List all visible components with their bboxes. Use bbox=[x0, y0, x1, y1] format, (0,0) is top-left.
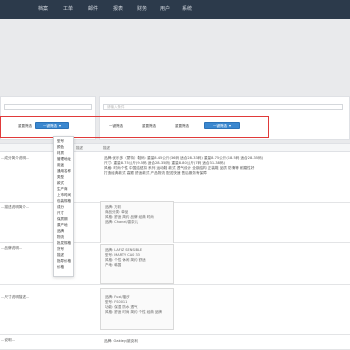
table-header-left: 描述 bbox=[76, 146, 83, 150]
row-right-text: 品牌:优乐多（蒙特）鞋码: 重量8.45公斤(36码 适合28-33码) 重量8… bbox=[104, 156, 264, 175]
one-click-filter-button-2[interactable]: 一键筛选 bbox=[204, 122, 240, 129]
nav-item-6[interactable]: 系统 bbox=[182, 0, 192, 19]
reset-button-1[interactable]: 重置筛选 bbox=[136, 123, 162, 130]
filter-button-1[interactable]: 一键筛选 bbox=[102, 123, 130, 130]
dropdown-item[interactable]: 上市时间 bbox=[57, 193, 71, 198]
dropdown-item[interactable]: 描述 bbox=[57, 253, 64, 258]
filter-dropdown-menu: 型号 颜色 材质 管理地址 用途 通用名称 类型 款式 生产商 上市时间 包装规… bbox=[53, 136, 74, 277]
caret-down-icon bbox=[59, 125, 61, 127]
one-click-filter-label: 一键筛选 bbox=[43, 124, 57, 128]
dropdown-item[interactable]: 款式 bbox=[57, 181, 64, 186]
dropdown-item[interactable]: 颜色 bbox=[57, 145, 64, 150]
nav-item-2[interactable]: 邮件 bbox=[88, 0, 98, 19]
card-line: 风格: 舒适 时尚 简约 个性 经典 品牌 bbox=[105, 310, 162, 314]
card-line: 产地: 韩国 bbox=[105, 263, 122, 267]
nav-item-4[interactable]: 财务 bbox=[137, 0, 147, 19]
table-row[interactable]: ...尺寸说明描述... 品牌: Fuxi/福汐 型号: FS0011 功能: … bbox=[0, 285, 350, 335]
dropdown-item[interactable]: 管理地址 bbox=[57, 157, 71, 162]
nav-item-0[interactable]: 档案 bbox=[38, 0, 48, 19]
nav-item-5[interactable]: 用户 bbox=[160, 0, 170, 19]
dropdown-item[interactable]: 批发规格 bbox=[57, 241, 71, 246]
table-header-right: 描述 bbox=[103, 146, 110, 150]
top-nav-bar: 档案 工单 邮件 报表 财务 用户 系统 bbox=[0, 0, 350, 19]
dropdown-item[interactable]: 价格 bbox=[57, 265, 64, 270]
dropdown-item[interactable]: 型号 bbox=[57, 139, 64, 144]
dropdown-item[interactable]: 货号 bbox=[57, 247, 64, 252]
product-card: 品牌: 万彩 商品分类: 单品 风格: 舒适 简约 品牌 经典 时尚 品牌: C… bbox=[100, 201, 174, 246]
row-right-text: 品牌: Oakley/欧克利 bbox=[104, 339, 138, 343]
nav-item-3[interactable]: 报表 bbox=[113, 0, 123, 19]
caret-down-icon bbox=[229, 125, 231, 127]
product-card: 品牌: Fuxi/福汐 型号: FS0011 功能: 保湿 防水 透气 风格: … bbox=[100, 288, 174, 330]
one-click-filter-label-2: 一键筛选 bbox=[213, 124, 227, 128]
reset-filter-button[interactable]: 重置筛选 bbox=[14, 123, 36, 130]
one-click-filter-button[interactable]: 一键筛选 bbox=[35, 122, 69, 129]
dropdown-item[interactable]: 指导价格 bbox=[57, 259, 71, 264]
row-left-text: ...说明... bbox=[1, 338, 16, 342]
dropdown-item[interactable]: 生产商 bbox=[57, 187, 68, 192]
dropdown-item[interactable]: 用途 bbox=[57, 163, 64, 168]
dropdown-item[interactable]: 通用名称 bbox=[57, 169, 71, 174]
dropdown-item[interactable]: 物流 bbox=[57, 235, 64, 240]
filter-input-left[interactable] bbox=[4, 104, 92, 110]
row-left-text: ...尺寸说明描述... bbox=[1, 295, 30, 299]
table-row[interactable]: ...说明... 品牌: Oakley/欧克利 bbox=[0, 335, 350, 350]
dropdown-item[interactable]: 材质 bbox=[57, 151, 64, 156]
product-card: 品牌: LAFIZ SENSIBLE 型号: MARTY CA0 33 风格: … bbox=[100, 244, 174, 284]
card-line: 品牌: Chanel/香奈儿 bbox=[105, 220, 139, 224]
dropdown-item[interactable]: 类型 bbox=[57, 175, 64, 180]
dropdown-item[interactable]: 成分 bbox=[57, 205, 64, 210]
dropdown-item[interactable]: 尺寸 bbox=[57, 211, 64, 216]
row-left-text: ...成分简介说明... bbox=[1, 156, 30, 160]
filter-input-right-placeholder: 请输入条件 bbox=[107, 105, 125, 109]
dropdown-item[interactable]: 包装规格 bbox=[57, 199, 71, 204]
dropdown-item[interactable]: 保质期 bbox=[57, 217, 68, 222]
filter-input-right[interactable]: 请输入条件 bbox=[103, 104, 343, 110]
dropdown-item[interactable]: 品牌 bbox=[57, 229, 64, 234]
row-left-text: ...描述说明简介... bbox=[1, 205, 30, 209]
row-left-text: ...品牌说明... bbox=[1, 246, 23, 250]
dropdown-item[interactable]: 原产地 bbox=[57, 223, 68, 228]
reset-button-2[interactable]: 重置筛选 bbox=[169, 123, 195, 130]
nav-item-1[interactable]: 工单 bbox=[63, 0, 73, 19]
